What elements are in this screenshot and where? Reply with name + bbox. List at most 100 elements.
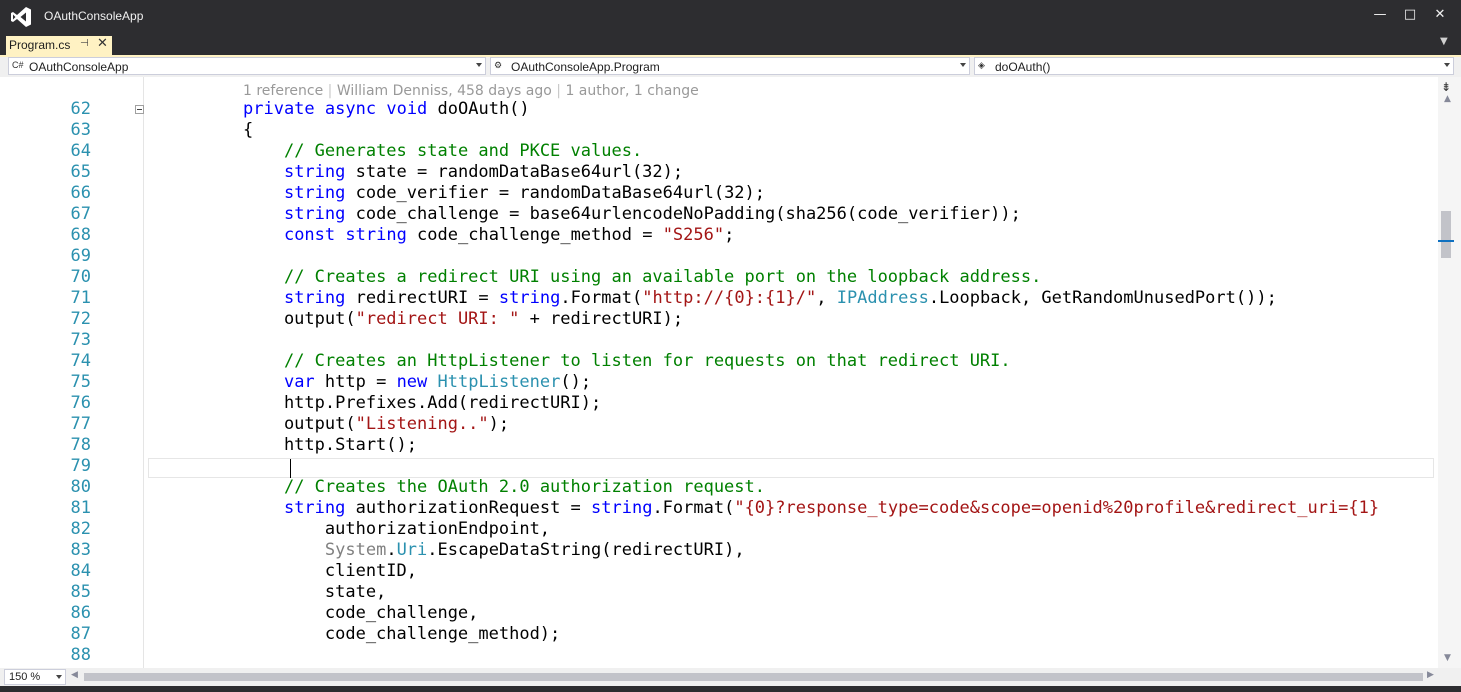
line-number: 86 (70, 603, 91, 623)
line-number: 66 (70, 183, 91, 203)
code-token: output( (243, 414, 356, 434)
code-token: + redirectURI); (519, 309, 684, 329)
code-token: code_challenge_method); (243, 624, 561, 644)
csharp-project-icon: C# (12, 60, 24, 70)
scroll-down-icon[interactable]: ▼ (1444, 653, 1451, 663)
code-token: // Creates an HttpListener to listen for… (283, 351, 1011, 371)
tab-overflow-icon[interactable]: ▼ (1440, 36, 1448, 47)
code-token: authorizationEndpoint, (243, 519, 551, 539)
code-line: output("Listening.."); (243, 414, 509, 435)
code-token: (); (560, 372, 592, 392)
class-label: OAuthConsoleApp.Program (511, 60, 660, 74)
line-number: 84 (70, 561, 91, 581)
code-line: http.Prefixes.Add(redirectURI); (243, 393, 601, 414)
tab-program-cs[interactable]: Program.cs ⊣ ✕ (6, 36, 112, 56)
code-line: // Creates an HttpListener to listen for… (243, 351, 1011, 372)
code-line: { (243, 120, 253, 141)
line-number: 62 (70, 99, 91, 119)
code-token: ); (488, 414, 510, 434)
line-number: 78 (70, 435, 91, 455)
code-token: string (283, 162, 346, 182)
code-token: .Loopback, GetRandomUnusedPort()); (928, 288, 1277, 308)
chevron-down-icon (960, 63, 966, 67)
zoom-dropdown[interactable]: 150 % (4, 669, 66, 685)
code-line: clientID, (243, 561, 417, 582)
code-line: // Generates state and PKCE values. (243, 141, 642, 162)
code-line: // Creates a redirect URI using an avail… (243, 267, 1041, 288)
code-token: redirectURI = (345, 288, 499, 308)
code-token: // Creates a redirect URI using an avail… (283, 267, 1042, 287)
horizontal-scroll-thumb[interactable] (84, 673, 1423, 681)
code-token: string (283, 498, 346, 518)
code-token: string (591, 498, 653, 518)
line-number: 87 (70, 624, 91, 644)
pin-icon[interactable]: ⊣ (80, 38, 89, 49)
split-window-icon[interactable]: ⇟ (1441, 80, 1451, 94)
line-number: 68 (70, 225, 91, 245)
vertical-scrollbar[interactable] (1438, 77, 1461, 668)
document-tab-strip (0, 34, 1461, 56)
code-line: string authorizationRequest = string.For… (243, 498, 1379, 519)
class-dropdown[interactable]: ⚙ OAuthConsoleApp.Program (490, 57, 970, 75)
line-number: 69 (70, 246, 91, 266)
code-token: "Listening.." (355, 414, 489, 434)
code-token: http.Prefixes.Add(redirectURI); (243, 393, 602, 413)
outline-margin (143, 77, 144, 668)
line-number: 72 (70, 309, 91, 329)
title-bar (0, 0, 1461, 34)
text-cursor (290, 459, 291, 478)
code-token: http = (314, 372, 397, 392)
line-number: 65 (70, 162, 91, 182)
code-token: "http://{0}:{1}/" (642, 288, 817, 308)
code-token: { (243, 120, 254, 140)
project-dropdown[interactable]: C# OAuthConsoleApp (8, 57, 486, 75)
code-token: ; (724, 225, 735, 245)
member-dropdown[interactable]: ◈ doOAuth() (974, 57, 1454, 75)
codelens-author[interactable]: William Denniss, 458 days ago (337, 83, 552, 99)
code-line: string code_verifier = randomDataBase64u… (243, 183, 765, 204)
code-token: System (324, 540, 387, 560)
code-token: .EscapeDataString(redirectURI), (427, 540, 745, 560)
project-label: OAuthConsoleApp (29, 60, 129, 74)
code-editor[interactable]: 1 reference | William Denniss, 458 days … (0, 77, 1438, 668)
line-number: 79 (70, 456, 91, 476)
chevron-down-icon (476, 63, 482, 67)
current-line-highlight (148, 458, 1434, 478)
codelens-separator: | (556, 83, 561, 99)
codelens-changes[interactable]: 1 author, 1 change (565, 83, 698, 99)
line-number: 74 (70, 351, 91, 371)
code-token: http.Start(); (243, 435, 417, 455)
vertical-scroll-thumb[interactable] (1441, 211, 1451, 258)
scroll-left-icon[interactable]: ◀ (71, 670, 78, 680)
code-token: HttpListener (437, 372, 561, 392)
code-token: clientID, (243, 561, 417, 581)
code-line: const string code_challenge_method = "S2… (243, 225, 734, 246)
code-line: output("redirect URI: " + redirectURI); (243, 309, 683, 330)
code-token: Uri (396, 540, 428, 560)
horizontal-scroll-bar: 150 % ◀ ▶ (0, 668, 1461, 686)
close-tab-icon[interactable]: ✕ (97, 36, 108, 51)
code-token: authorizationRequest = (345, 498, 592, 518)
navigation-bar: C# OAuthConsoleApp ⚙ OAuthConsoleApp.Pro… (0, 57, 1461, 77)
scroll-up-icon[interactable]: ▲ (1444, 94, 1451, 104)
code-token: state, (243, 582, 387, 602)
scroll-right-icon[interactable]: ▶ (1427, 670, 1434, 680)
line-number: 75 (70, 372, 91, 392)
codelens-references[interactable]: 1 reference (243, 83, 323, 99)
code-line: private async void doOAuth() (243, 99, 530, 120)
code-token: output( (243, 309, 356, 329)
line-number: 73 (70, 330, 91, 350)
code-token: code_challenge = base64urlencodeNoPaddin… (345, 204, 1021, 224)
code-token: . (386, 540, 397, 560)
code-line: string code_challenge = base64urlencodeN… (243, 204, 1021, 225)
close-window-button[interactable]: ✕ (1422, 0, 1458, 30)
